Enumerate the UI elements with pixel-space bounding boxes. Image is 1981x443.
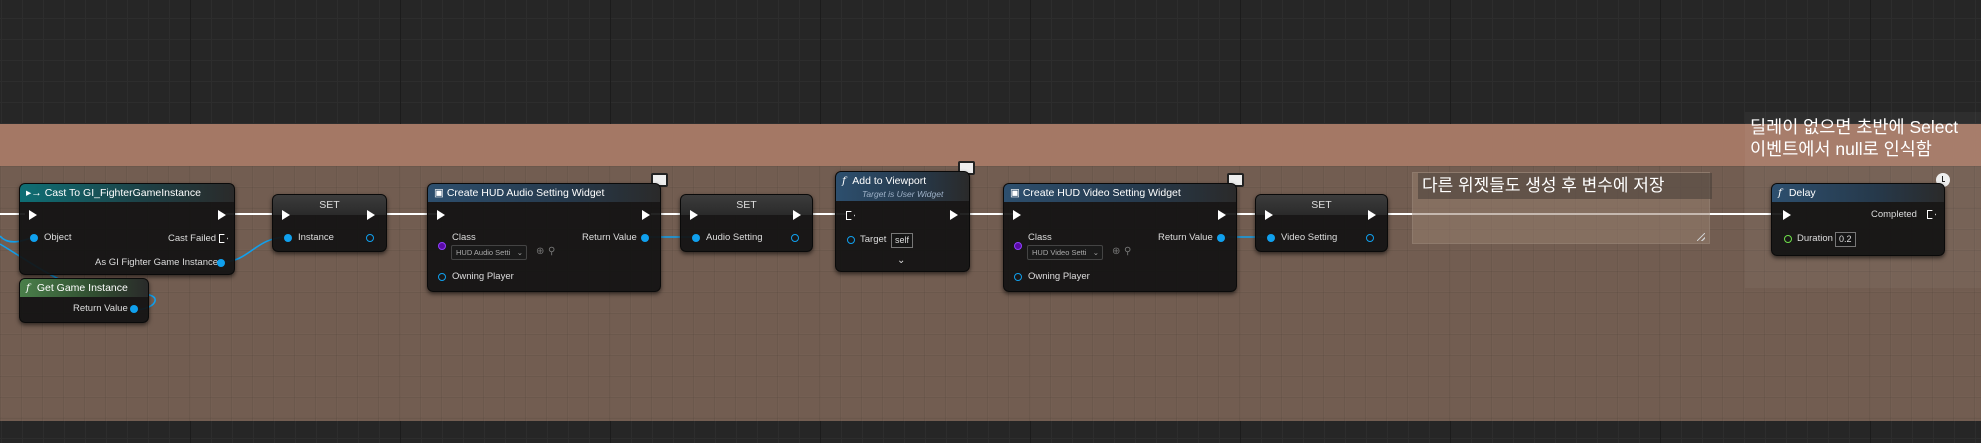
get-game-instance-node[interactable]: f Get Game Instance Return Value	[19, 278, 149, 323]
class-dropdown-value: HUD Video Setti	[1032, 248, 1087, 257]
add-viewport-exec-in[interactable]	[846, 211, 855, 220]
owning-player-pin[interactable]	[438, 273, 446, 281]
set-audio-label: Audio Setting	[706, 232, 763, 243]
create-audio-exec-out[interactable]	[642, 210, 650, 220]
cast-icon: ▸→	[26, 187, 42, 199]
create-audio-return-pin[interactable]	[641, 234, 649, 242]
class-label: Class	[1028, 232, 1052, 243]
cast-failed-label: Cast Failed	[168, 233, 217, 244]
delay-exec-in[interactable]	[1783, 210, 1791, 220]
chevron-down-icon: ⌄	[516, 248, 523, 257]
completed-pin[interactable]	[1927, 210, 1936, 219]
target-label: Target	[860, 234, 887, 245]
browse-icon[interactable]: ⊕	[536, 247, 544, 257]
add-viewport-subtitle: Target is User Widget	[862, 189, 944, 199]
create-video-return-pin[interactable]	[1217, 234, 1225, 242]
function-icon: f	[26, 282, 30, 294]
set-audio-in-pin[interactable]	[692, 234, 700, 242]
set-audio-node[interactable]: SET Audio Setting	[680, 194, 813, 252]
add-to-viewport-node[interactable]: f Add to Viewport Target is User Widget …	[835, 171, 970, 272]
set-instance-exec-in[interactable]	[282, 210, 290, 220]
add-viewport-exec-out[interactable]	[950, 210, 958, 220]
function-icon: f	[842, 175, 846, 187]
object-pin-label: Object	[44, 232, 72, 243]
resize-icon[interactable]	[1697, 233, 1705, 241]
search-icon[interactable]: ⚲	[548, 247, 555, 257]
get-game-instance-header[interactable]: f Get Game Instance	[20, 279, 148, 297]
comment-title-line-1: 딜레이 없으면 초반에 Select	[1750, 117, 1959, 137]
duration-value[interactable]: 0.2	[1835, 232, 1856, 247]
owning-player-label: Owning Player	[1028, 271, 1090, 282]
comment-title-line-2: 이벤트에서 null로 인식함	[1750, 139, 1932, 159]
create-audio-return-label: Return Value	[582, 232, 637, 243]
search-icon[interactable]: ⚲	[1124, 247, 1131, 257]
return-value-label: Return Value	[73, 303, 128, 314]
object-pin[interactable]	[30, 234, 38, 242]
comment-header-title: 딜레이 없으면 초반에 Select 이벤트에서 null로 인식함	[1750, 116, 1958, 160]
class-pin[interactable]	[1014, 242, 1022, 250]
create-video-title: Create HUD Video Setting Widget	[1022, 187, 1181, 199]
duration-pin[interactable]	[1784, 235, 1792, 243]
create-video-exec-in[interactable]	[1013, 210, 1021, 220]
set-video-exec-out[interactable]	[1368, 210, 1376, 220]
create-video-header[interactable]: ▣ Create HUD Video Setting Widget	[1004, 184, 1236, 202]
exec-in-pin[interactable]	[29, 210, 37, 220]
class-dropdown-value: HUD Audio Setti	[456, 248, 511, 257]
set-instance-node[interactable]: SET Instance	[272, 194, 387, 252]
exec-out-pin[interactable]	[218, 210, 226, 220]
class-dropdown[interactable]: HUD Video Setti ⌄	[1027, 245, 1103, 260]
create-video-exec-out[interactable]	[1218, 210, 1226, 220]
completed-label: Completed	[1871, 209, 1917, 220]
widget-icon: ▣	[434, 187, 444, 199]
create-video-widget-node[interactable]: ▣ Create HUD Video Setting Widget Class …	[1003, 183, 1237, 292]
set-video-out-pin[interactable]	[1366, 234, 1374, 242]
duration-label: Duration	[1797, 233, 1833, 244]
chevron-down-icon: ⌄	[1092, 248, 1099, 257]
chevron-down-icon[interactable]: ⌄	[897, 256, 905, 266]
cast-node-header[interactable]: ▸→ Cast To GI_FighterGameInstance	[20, 184, 234, 202]
browse-icon[interactable]: ⊕	[1112, 247, 1120, 257]
comment-note-text[interactable]: 다른 위젯들도 생성 후 변수에 저장	[1418, 173, 1712, 199]
class-pin[interactable]	[438, 242, 446, 250]
create-video-return-label: Return Value	[1158, 232, 1213, 243]
set-audio-out-pin[interactable]	[791, 234, 799, 242]
set-instance-in-pin[interactable]	[284, 234, 292, 242]
set-audio-exec-out[interactable]	[793, 210, 801, 220]
widget-icon: ▣	[1010, 187, 1020, 199]
set-audio-exec-in[interactable]	[690, 210, 698, 220]
target-pin[interactable]	[847, 236, 855, 244]
set-instance-exec-out[interactable]	[367, 210, 375, 220]
set-video-in-pin[interactable]	[1267, 234, 1275, 242]
create-audio-title: Create HUD Audio Setting Widget	[446, 187, 605, 199]
delay-header[interactable]: f Delay	[1772, 184, 1944, 202]
cast-node[interactable]: ▸→ Cast To GI_FighterGameInstance Object…	[19, 183, 235, 275]
add-viewport-title: Add to Viewport	[852, 175, 927, 187]
set-instance-out-pin[interactable]	[366, 234, 374, 242]
owning-player-label: Owning Player	[452, 271, 514, 282]
class-dropdown[interactable]: HUD Audio Setti ⌄	[451, 245, 527, 260]
cast-node-title: Cast To GI_FighterGameInstance	[44, 187, 201, 199]
owning-player-pin[interactable]	[1014, 273, 1022, 281]
target-value[interactable]: self	[891, 233, 914, 248]
get-game-instance-title: Get Game Instance	[36, 282, 128, 294]
delay-node[interactable]: f Delay Completed Duration 0.2	[1771, 183, 1945, 256]
return-value-pin[interactable]	[130, 305, 138, 313]
set-video-exec-in[interactable]	[1265, 210, 1273, 220]
as-instance-pin[interactable]	[217, 259, 225, 267]
set-video-label: Video Setting	[1281, 232, 1338, 243]
function-icon: f	[1778, 187, 1782, 199]
create-audio-header[interactable]: ▣ Create HUD Audio Setting Widget	[428, 184, 660, 202]
class-label: Class	[452, 232, 476, 243]
as-instance-label: As GI Fighter Game Instance	[95, 257, 219, 268]
add-viewport-header[interactable]: f Add to Viewport Target is User Widget	[836, 172, 969, 201]
set-video-node[interactable]: SET Video Setting	[1255, 194, 1388, 252]
create-audio-widget-node[interactable]: ▣ Create HUD Audio Setting Widget Class …	[427, 183, 661, 292]
create-audio-exec-in[interactable]	[437, 210, 445, 220]
set-instance-label: Instance	[298, 232, 334, 243]
delay-title: Delay	[1788, 187, 1816, 199]
cast-failed-pin[interactable]	[219, 234, 228, 243]
